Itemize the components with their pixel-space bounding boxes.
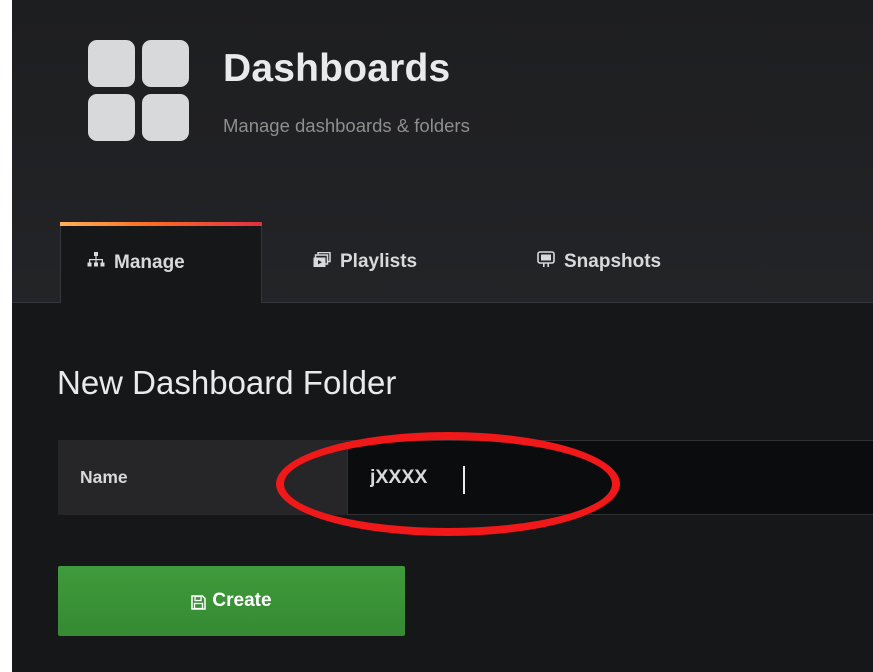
create-button[interactable]: Create — [58, 566, 405, 636]
logo-square — [142, 40, 189, 87]
name-label: Name — [58, 440, 347, 515]
tab-playlists-label: Playlists — [340, 251, 418, 272]
page-title: Dashboards — [223, 47, 451, 90]
snapshot-icon — [537, 251, 555, 273]
tab-playlists[interactable]: Playlists — [313, 222, 417, 302]
tab-manage[interactable]: Manage — [60, 222, 262, 303]
save-icon — [191, 594, 207, 610]
grafana-screen: Dashboards Manage dashboards & folders M… — [12, 0, 873, 672]
logo-square — [88, 94, 135, 141]
sitemap-icon — [87, 252, 105, 273]
folder-name-input[interactable] — [347, 440, 873, 515]
text-cursor — [463, 466, 465, 494]
tab-snapshots[interactable]: Snapshots — [537, 222, 661, 302]
playlist-icon — [313, 251, 331, 273]
active-tab-accent — [60, 222, 262, 226]
create-button-label: Create — [212, 590, 272, 611]
page-header: Dashboards Manage dashboards & folders M… — [12, 0, 873, 303]
dashboard-grid-icon — [88, 40, 192, 144]
tab-manage-label: Manage — [114, 251, 185, 273]
form-heading: New Dashboard Folder — [57, 364, 397, 401]
logo-square — [88, 40, 135, 87]
page-subtitle: Manage dashboards & folders — [223, 115, 470, 136]
logo-square — [142, 94, 189, 141]
tab-snapshots-label: Snapshots — [564, 251, 662, 272]
